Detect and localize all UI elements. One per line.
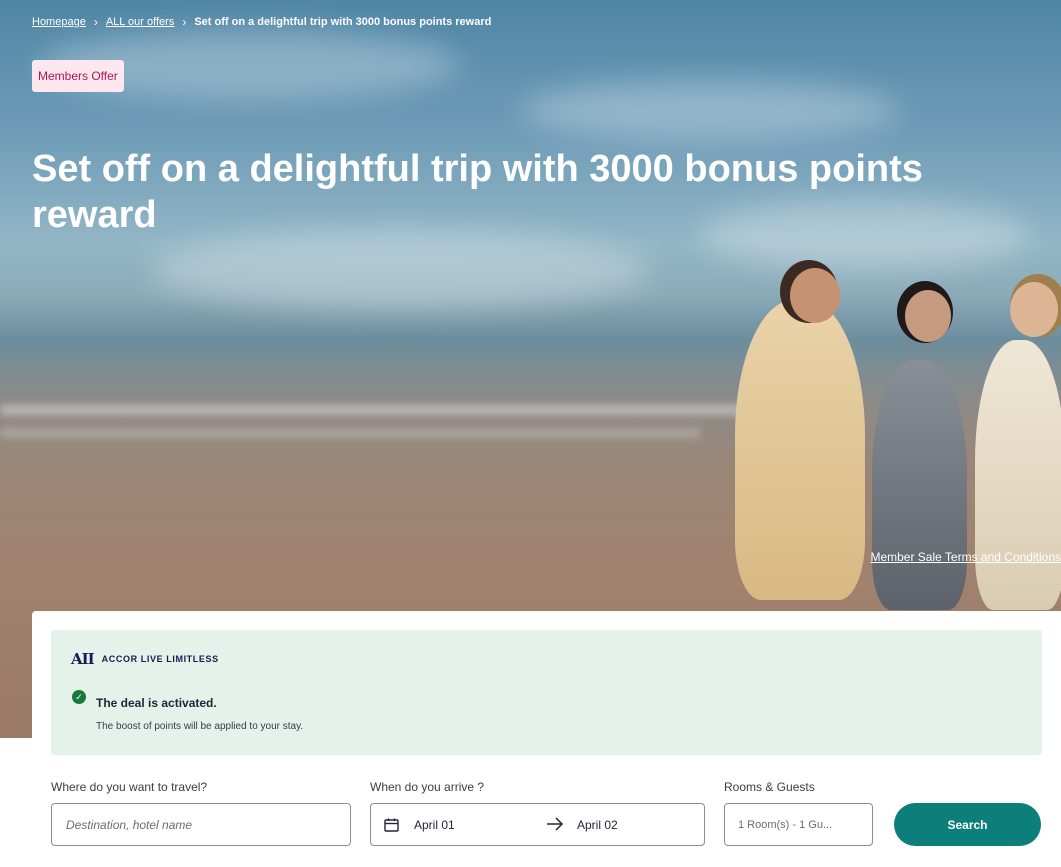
person-figure	[872, 360, 967, 610]
sky-cloud	[520, 80, 900, 140]
check-out-date[interactable]: April 02	[577, 818, 618, 832]
destination-label: Where do you want to travel?	[51, 780, 208, 794]
accor-brand: AII ACCOR LIVE LIMITLESS	[71, 650, 219, 668]
breadcrumb: Homepage › ALL our offers › Set off on a…	[32, 16, 491, 28]
chevron-right-icon: ›	[93, 15, 98, 29]
dates-label: When do you arrive ?	[370, 780, 485, 794]
sea-surf	[0, 428, 700, 438]
deal-description: The boost of points will be applied to y…	[96, 721, 304, 732]
sky-cloud	[150, 230, 650, 310]
rooms-guests-field[interactable]: 1 Room(s) - 1 Gu...	[724, 803, 873, 846]
rooms-guests-label: Rooms & Guests	[724, 780, 815, 794]
arrow-right-icon	[547, 817, 564, 831]
sea-surf	[0, 405, 760, 415]
breadcrumb-current: Set off on a delightful trip with 3000 b…	[194, 16, 492, 28]
chevron-right-icon: ›	[182, 15, 187, 29]
breadcrumb-offers-link[interactable]: ALL our offers	[106, 16, 175, 28]
page-title: Set off on a delightful trip with 3000 b…	[32, 148, 923, 236]
check-in-date[interactable]: April 01	[414, 818, 455, 832]
rooms-guests-value: 1 Room(s) - 1 Gu...	[738, 819, 833, 831]
terms-conditions-link[interactable]: Member Sale Terms and Conditions	[870, 550, 1061, 564]
accor-logo: AII	[71, 650, 95, 668]
deal-activated-panel: AII ACCOR LIVE LIMITLESS ✓ The deal is a…	[51, 630, 1042, 755]
person-figure	[735, 300, 865, 600]
date-range-field[interactable]: April 01 April 02	[370, 803, 705, 846]
check-circle-icon: ✓	[72, 690, 86, 704]
person-head	[1010, 282, 1058, 337]
booking-card: AII ACCOR LIVE LIMITLESS ✓ The deal is a…	[32, 611, 1061, 867]
destination-field	[51, 803, 351, 846]
search-button[interactable]: Search	[894, 803, 1041, 846]
members-offer-badge: Members Offer	[32, 60, 124, 92]
deal-status: The deal is activated.	[96, 696, 217, 710]
destination-input[interactable]	[52, 804, 350, 845]
person-head	[905, 290, 951, 342]
person-figure	[975, 340, 1061, 610]
person-head	[790, 268, 840, 323]
brand-name: ACCOR LIVE LIMITLESS	[101, 654, 219, 664]
breadcrumb-homepage-link[interactable]: Homepage	[32, 16, 86, 28]
calendar-icon	[384, 818, 399, 832]
